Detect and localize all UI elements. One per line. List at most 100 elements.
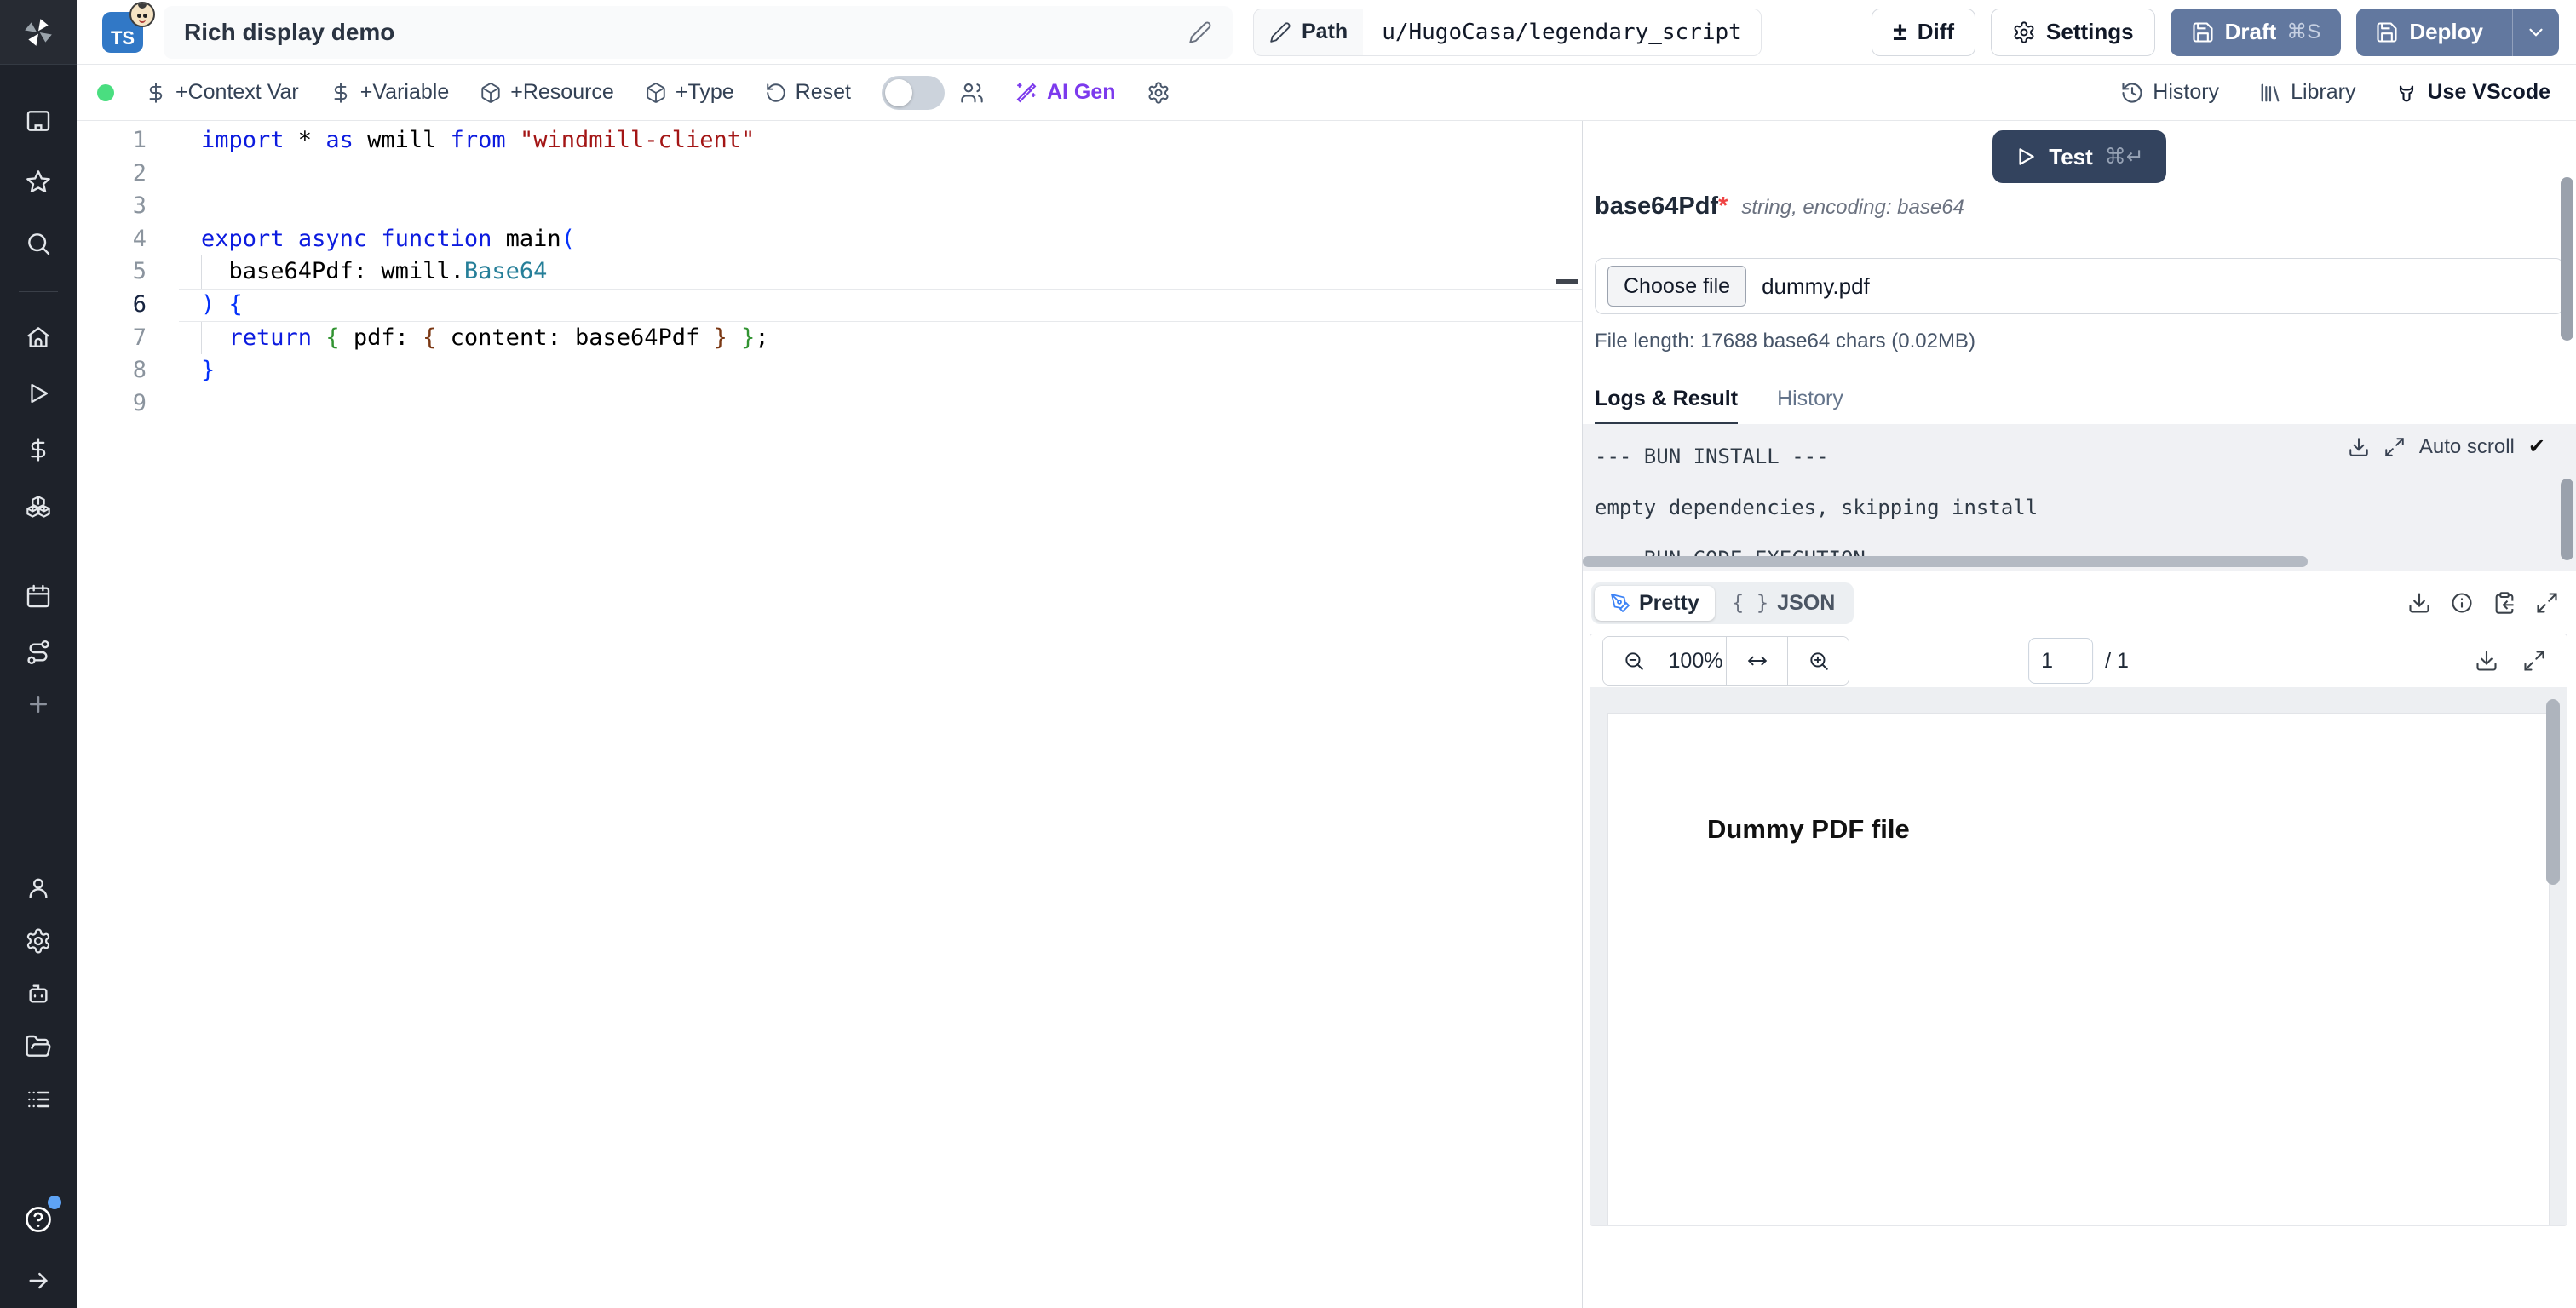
line-number: 6	[132, 290, 147, 318]
path-field[interactable]: Path u/HugoCasa/legendary_script	[1253, 8, 1762, 56]
sidebar-item-flows[interactable]	[0, 624, 77, 680]
json-tab[interactable]: { } JSON	[1716, 586, 1850, 621]
test-label: Test	[2049, 143, 2093, 169]
history-button[interactable]: History	[2120, 80, 2219, 105]
draft-shortcut: ⌘S	[2286, 20, 2321, 43]
code-line[interactable]: 8}	[77, 354, 1582, 387]
file-input[interactable]: Choose file dummy.pdf	[1595, 258, 2564, 314]
user-icon	[29, 878, 48, 898]
download-icon[interactable]	[2475, 649, 2498, 673]
result-tabs-bar: Logs & Result History	[1583, 376, 2576, 424]
sidebar-item-folders[interactable]	[0, 1020, 77, 1073]
settings-button[interactable]: Settings	[1991, 8, 2155, 56]
add-type-label: +Type	[675, 80, 734, 104]
sidebar-item-schedules[interactable]	[0, 568, 77, 624]
tab-history[interactable]: History	[1777, 376, 1843, 424]
sidebar-item-favorites[interactable]	[0, 152, 77, 213]
calendar-icon	[26, 584, 50, 608]
add-type-button[interactable]: +Type	[645, 80, 734, 105]
path-value[interactable]: u/HugoCasa/legendary_script	[1363, 9, 1761, 55]
assistant-toggle[interactable]	[881, 75, 945, 110]
sidebar-item-variables[interactable]	[0, 422, 77, 478]
expand-icon[interactable]	[2383, 436, 2406, 458]
auto-scroll-label[interactable]: Auto scroll	[2419, 435, 2515, 459]
pdf-canvas-area[interactable]: Dummy PDF file	[1590, 687, 2567, 1225]
sidebar-item-settings[interactable]	[0, 915, 77, 967]
code-line[interactable]: 3	[77, 190, 1582, 223]
tab-logs-result[interactable]: Logs & Result	[1595, 376, 1739, 424]
clipboard-copy-icon[interactable]	[2493, 591, 2516, 615]
braces-icon: { }	[1731, 591, 1769, 615]
panel-scrollbar[interactable]	[2561, 177, 2573, 341]
editor-settings-button[interactable]	[1147, 81, 1170, 105]
edit-path-icon	[1270, 21, 1291, 43]
test-button[interactable]: Test ⌘↵	[1992, 130, 2166, 183]
required-mark: *	[1718, 192, 1728, 220]
reset-button[interactable]: Reset	[765, 80, 851, 105]
script-title-box[interactable]: Rich display demo	[164, 5, 1233, 59]
code-text: return { pdf: { content: base64Pdf } };	[179, 321, 1582, 355]
plus-icon	[30, 696, 47, 713]
pdf-vertical-scrollbar[interactable]	[2546, 699, 2560, 885]
preview-panel: Test ⌘↵ base64Pdf* string, encoding: bas…	[1583, 121, 2576, 1308]
pretty-tab[interactable]: Pretty	[1595, 585, 1715, 621]
draft-button[interactable]: Draft ⌘S	[2170, 8, 2342, 56]
code-line[interactable]: 7 return { pdf: { content: base64Pdf } }…	[77, 321, 1582, 355]
edit-title-icon[interactable]	[1188, 20, 1212, 44]
sidebar-item-workers[interactable]	[0, 967, 77, 1020]
sidebar-item-search[interactable]	[0, 213, 77, 274]
log-vertical-scrollbar[interactable]	[2561, 479, 2573, 560]
library-button[interactable]: Library	[2258, 80, 2355, 105]
help-icon	[26, 1207, 51, 1232]
info-icon[interactable]	[2450, 591, 2474, 615]
editor-toolbar: +Context Var +Variable +Resource +Type R…	[77, 65, 2576, 121]
ai-gen-button[interactable]: AI Gen	[1015, 80, 1116, 105]
code-line[interactable]: 6) {	[77, 289, 1582, 322]
deploy-dropdown[interactable]	[2512, 8, 2559, 56]
sidebar-item-home[interactable]	[0, 309, 77, 365]
sidebar-item-help[interactable]	[0, 1185, 77, 1254]
code-line[interactable]: 1 import * as wmill from "windmill-client…	[77, 124, 1582, 158]
top-bar: TS Rich display demo Path u/HugoCasa/leg…	[77, 0, 2576, 65]
use-vscode-label: Use VScode	[2427, 80, 2550, 104]
log-horizontal-scrollbar[interactable]	[1583, 556, 2309, 567]
line-number: 9	[132, 389, 147, 416]
sidebar-item-workspace[interactable]	[0, 90, 77, 152]
sidebar-item-add[interactable]	[0, 680, 77, 728]
add-resource-button[interactable]: +Resource	[480, 80, 614, 105]
app-root: TS Rich display demo Path u/HugoCasa/leg…	[0, 0, 2576, 1308]
pdf-zoom-out-button[interactable]	[1603, 637, 1665, 685]
code-line[interactable]: 2	[77, 158, 1582, 191]
code-editor[interactable]: 1 import * as wmill from "windmill-client…	[77, 121, 1583, 1308]
history-label: History	[2153, 80, 2220, 104]
expand-icon[interactable]	[2522, 649, 2546, 673]
log-line: empty dependencies, skipping install	[1595, 496, 2038, 519]
diff-button[interactable]: ± Diff	[1872, 8, 1976, 56]
expand-icon[interactable]	[2535, 591, 2559, 615]
use-vscode-button[interactable]: Use VScode	[2395, 80, 2550, 105]
deploy-button[interactable]: Deploy	[2356, 8, 2559, 56]
pdf-zoom-level[interactable]: 100%	[1665, 637, 1726, 685]
sidebar-item-audit[interactable]	[0, 1073, 77, 1126]
pdf-fit-width-button[interactable]	[1726, 637, 1787, 685]
download-icon[interactable]	[2348, 436, 2370, 458]
add-context-var-button[interactable]: +Context Var	[145, 80, 299, 105]
windmill-logo[interactable]	[0, 0, 77, 65]
download-icon[interactable]	[2407, 591, 2431, 615]
check-icon: ✔	[2527, 435, 2545, 458]
code-line[interactable]: 4 export async function main(	[77, 223, 1582, 256]
home-icon	[27, 327, 49, 347]
sidebar-item-runs[interactable]	[0, 365, 77, 422]
sidebar-item-resources[interactable]	[0, 478, 77, 534]
log-viewer[interactable]: --- BUN INSTALL --- empty dependencies, s…	[1583, 424, 2576, 571]
pdf-zoom-in-button[interactable]	[1787, 637, 1849, 685]
choose-file-button[interactable]: Choose file	[1607, 266, 1747, 307]
add-variable-button[interactable]: +Variable	[330, 80, 449, 105]
sidebar-expand[interactable]	[0, 1254, 77, 1308]
code-line[interactable]: 9	[77, 387, 1582, 421]
pdf-page-input[interactable]	[2028, 638, 2094, 684]
sidebar-item-user[interactable]	[0, 862, 77, 915]
code-line[interactable]: 5 base64Pdf: wmill.Base64	[77, 255, 1582, 289]
diff-label: Diff	[1917, 19, 1955, 44]
